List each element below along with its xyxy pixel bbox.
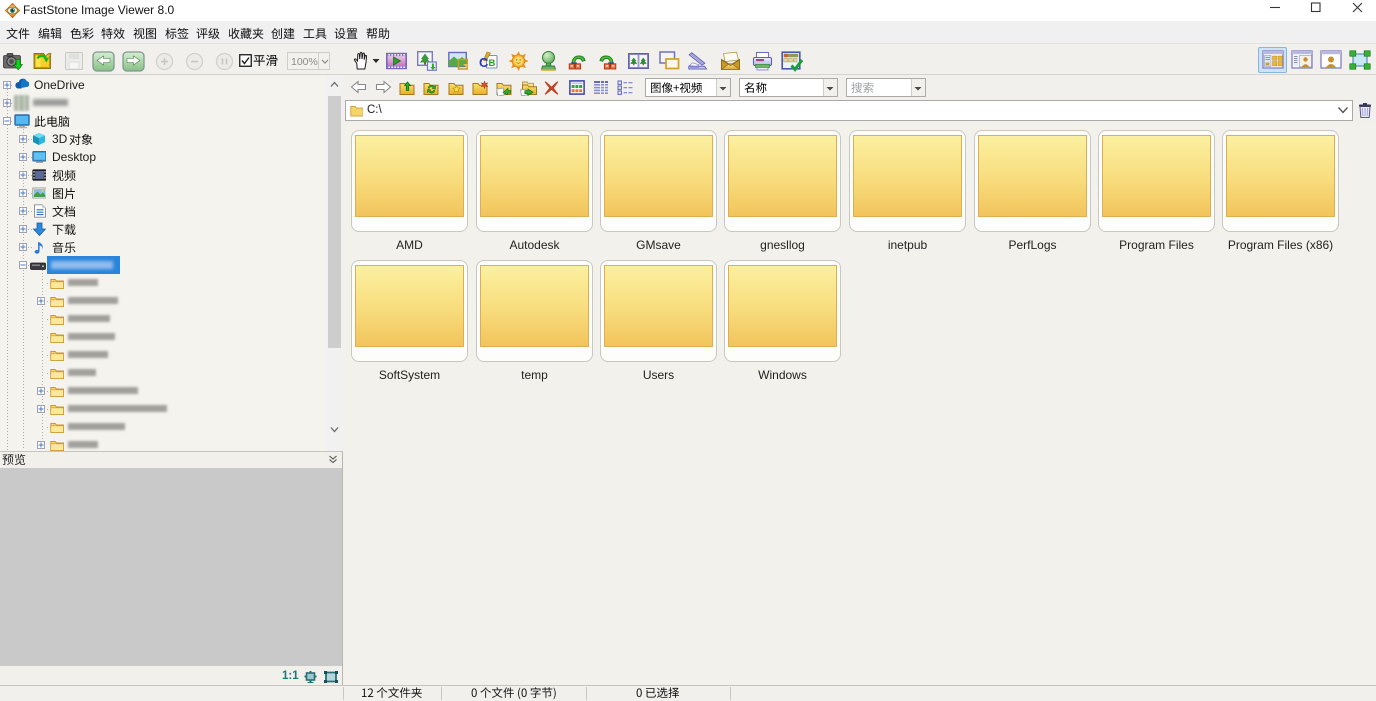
svg-text:B: B <box>489 58 496 69</box>
svg-text:C: C <box>479 55 489 70</box>
